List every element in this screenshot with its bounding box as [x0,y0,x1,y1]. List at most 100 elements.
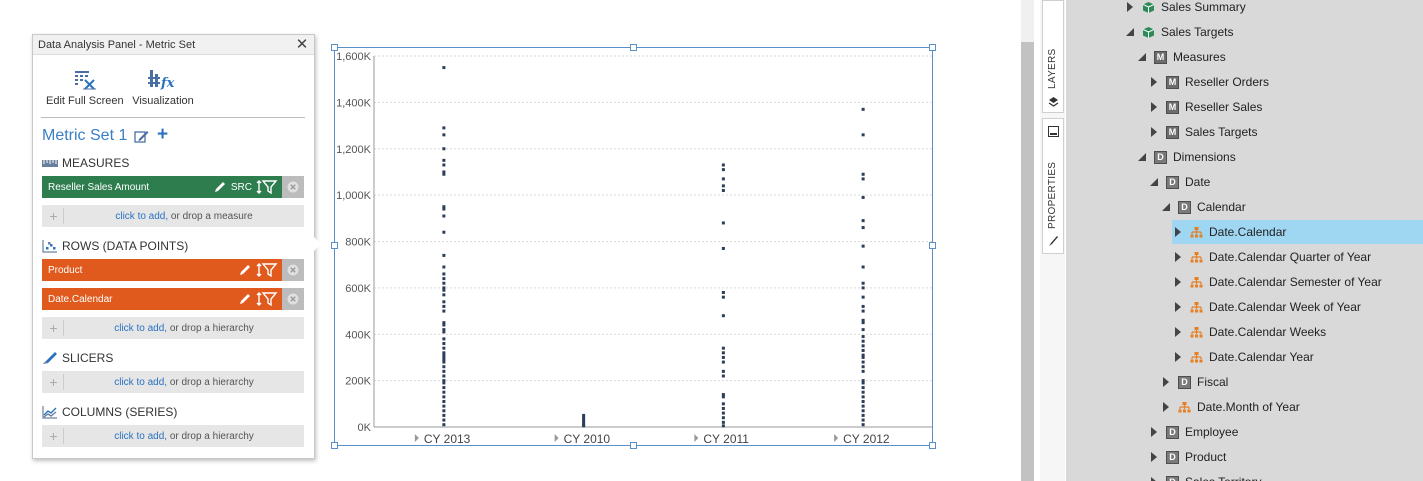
resize-handle-top-right[interactable] [929,44,936,51]
resize-handle-bottom[interactable] [630,442,637,449]
expanded-arrow-icon[interactable] [1136,51,1148,63]
click-to-add-link[interactable]: click to add, [114,377,167,388]
visualization-button[interactable]: fx Visualization [129,67,197,111]
series-lines-icon [42,406,57,419]
collapsed-arrow-icon[interactable] [1148,126,1160,138]
app-root: Data Analysis Panel - Metric Set ✕ Edit … [0,0,1423,481]
row-pill-product[interactable]: Product [42,259,304,281]
hierarchy-icon [1190,301,1203,314]
edit-full-screen-button[interactable]: Edit Full Screen [46,67,124,111]
expanded-arrow-icon[interactable] [1148,176,1160,188]
collapsed-arrow-icon[interactable] [1172,326,1184,338]
collapsed-arrow-icon[interactable] [1172,251,1184,263]
tree-item[interactable]: M Sales Targets [1148,120,1258,144]
collapsed-arrow-icon[interactable] [1172,301,1184,313]
click-to-add-link[interactable]: click to add, [114,431,167,442]
columns-label: COLUMNS (SERIES) [62,405,178,419]
tree-item[interactable]: Date.Calendar Year [1172,345,1314,369]
resize-handle-bottom-right[interactable] [929,442,936,449]
sort-filter-icon[interactable] [256,288,278,310]
remove-row-icon[interactable] [282,259,304,281]
pencil-icon[interactable] [238,259,252,281]
add-metric-set-button[interactable]: + [157,124,168,146]
tree-item[interactable]: M Reseller Sales [1148,95,1262,119]
tree-item[interactable]: M Measures [1136,45,1226,69]
collapsed-arrow-icon[interactable] [1172,351,1184,363]
expanded-arrow-icon[interactable] [1124,26,1136,38]
tree-item[interactable]: Date.Calendar Quarter of Year [1172,245,1371,269]
chart-selection-frame[interactable] [334,47,933,446]
layers-tab[interactable]: LAYERS [1042,0,1064,113]
click-to-add-link[interactable]: click to add, [115,211,168,222]
cube-icon [1142,26,1155,39]
layers-tab-label: LAYERS [1047,48,1058,89]
tree-item[interactable]: D Employee [1148,420,1238,444]
expanded-arrow-icon[interactable] [1136,151,1148,163]
measure-dropzone[interactable]: + click to add, or drop a measure [42,205,304,227]
tree-item[interactable]: D Dimensions [1136,145,1236,169]
tree-item[interactable]: D Sales Territory [1148,470,1261,481]
src-button[interactable]: SRC [231,182,252,193]
collapsed-arrow-icon[interactable] [1148,76,1160,88]
collapsed-arrow-icon[interactable] [1172,276,1184,288]
row-pill-date-calendar[interactable]: Date.Calendar [42,288,304,310]
click-to-add-link[interactable]: click to add, [114,323,167,334]
remove-row-icon[interactable] [282,288,304,310]
collapsed-arrow-icon[interactable] [1160,376,1172,388]
tree-item[interactable]: Date.Calendar [1172,220,1423,244]
columns-dropzone[interactable]: + click to add, or drop a hierarchy [42,425,304,447]
metric-set-title: Metric Set 1 [42,127,128,144]
sort-filter-icon[interactable] [256,176,278,198]
slicer-knife-icon [43,352,57,364]
tree-item[interactable]: M Reseller Orders [1148,70,1269,94]
remove-measure-icon[interactable] [282,176,304,198]
tree-item[interactable]: Sales Targets [1124,20,1234,44]
resize-handle-left[interactable] [331,242,338,249]
resize-handle-top-left[interactable] [331,44,338,51]
collapsed-arrow-icon[interactable] [1148,426,1160,438]
collapsed-arrow-icon[interactable] [1124,1,1136,13]
properties-tab[interactable]: PROPERTIES [1042,118,1064,254]
tree-item-label: Sales Territory [1185,475,1261,481]
collapsed-arrow-icon[interactable] [1148,451,1160,463]
row-pill-label: Product [48,264,83,276]
tree-item[interactable]: D Calendar [1160,195,1246,219]
slicers-dropzone[interactable]: + click to add, or drop a hierarchy [42,371,304,393]
expanded-arrow-icon[interactable] [1160,201,1172,213]
collapsed-arrow-icon[interactable] [1148,101,1160,113]
svg-text:fx: fx [160,76,175,91]
tree-item[interactable]: Date.Calendar Semester of Year [1172,270,1382,294]
pencil-icon[interactable] [238,288,252,310]
tree-item[interactable]: D Fiscal [1160,370,1228,394]
collapsed-arrow-icon[interactable] [1160,401,1172,413]
hierarchy-icon [1178,401,1191,414]
resize-handle-bottom-left[interactable] [331,442,338,449]
tree-item[interactable]: D Date [1148,170,1210,194]
collapsed-arrow-icon[interactable] [1172,226,1184,238]
pencil-icon[interactable] [213,176,227,198]
tree-item[interactable]: Date.Calendar Week of Year [1172,295,1361,319]
tree-item-label: Date.Calendar Semester of Year [1209,275,1382,289]
drop-hierarchy-text: or drop a hierarchy [167,376,254,388]
columns-dropzone-text: click to add, or drop a hierarchy [64,431,304,442]
close-icon[interactable]: ✕ [294,36,310,54]
tree-item[interactable]: D Product [1148,445,1226,469]
canvas-scrollbar-thumb[interactable] [1021,42,1034,481]
panel-title: Data Analysis Panel - Metric Set [33,35,314,55]
measures-label: MEASURES [62,156,130,170]
sort-filter-icon[interactable] [256,259,278,281]
rows-dropzone[interactable]: + click to add, or drop a hierarchy [42,317,304,339]
measure-pill-reseller-sales-amount[interactable]: Reseller Sales Amount SRC [42,176,304,198]
edit-pencil-icon[interactable] [134,129,149,144]
tree-item-label: Fiscal [1197,375,1229,389]
resize-handle-top[interactable] [630,44,637,51]
dimension-icon: D [1154,150,1167,164]
edit-full-screen-icon [46,67,122,93]
tree-item[interactable]: Sales Summary [1124,0,1246,19]
measure-dropzone-text: click to add, or drop a measure [64,211,304,222]
tree-item-label: Date.Calendar Weeks [1209,325,1327,339]
collapsed-arrow-icon[interactable] [1148,476,1160,481]
resize-handle-right[interactable] [929,242,936,249]
tree-item[interactable]: Date.Month of Year [1160,395,1300,419]
tree-item[interactable]: Date.Calendar Weeks [1172,320,1326,344]
